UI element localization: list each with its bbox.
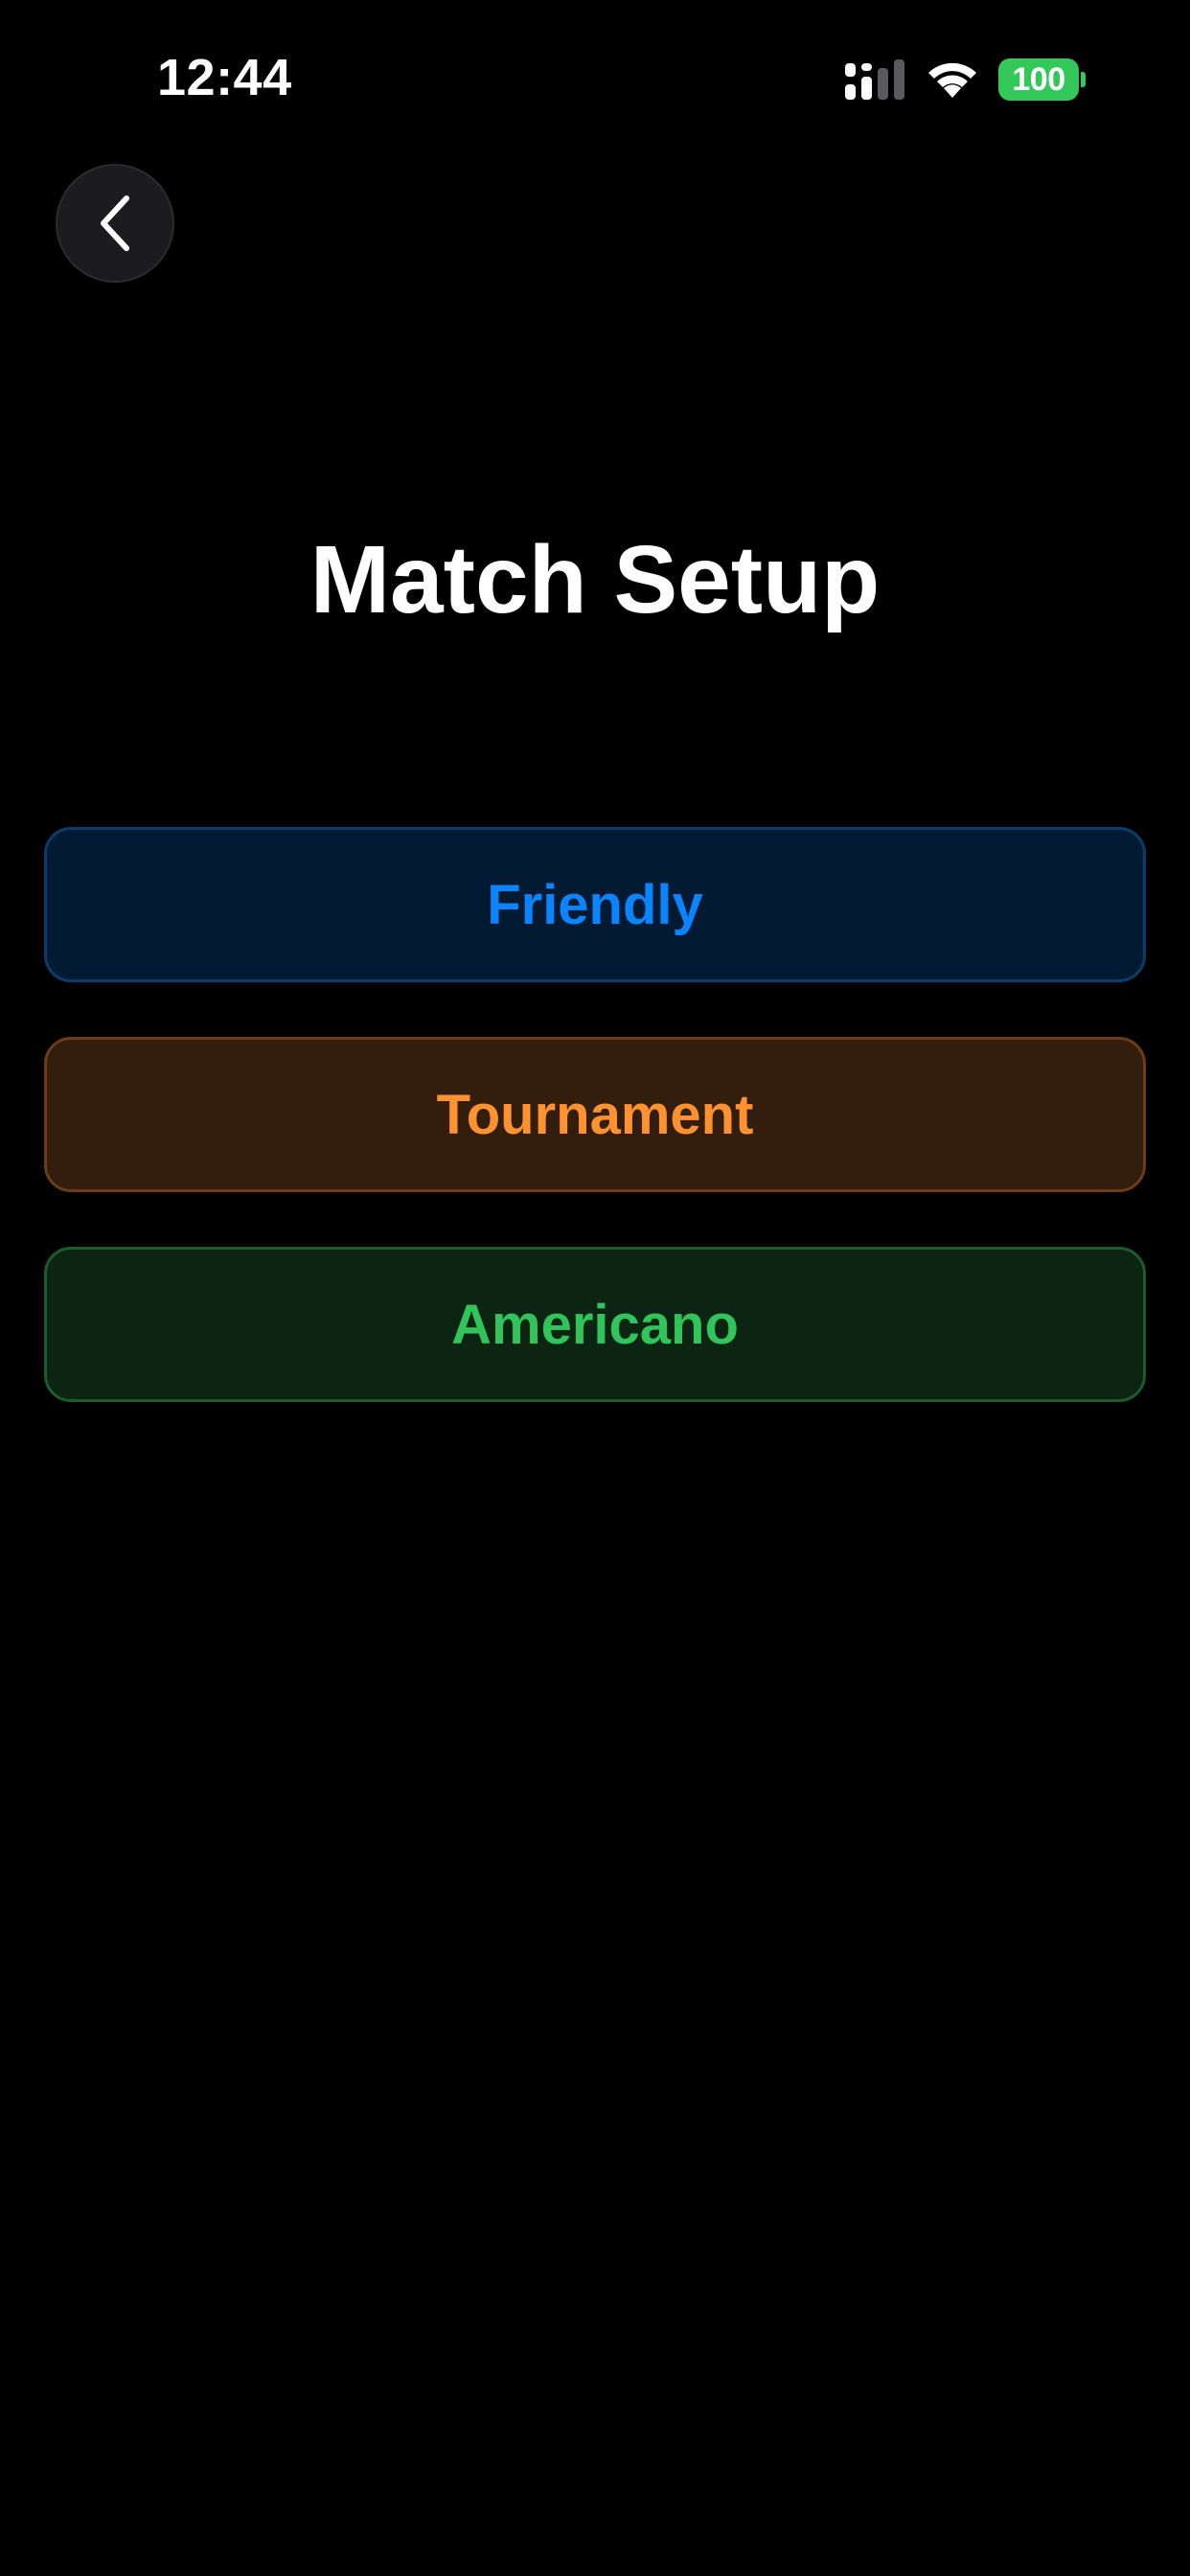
friendly-button[interactable]: Friendly [44, 827, 1146, 982]
signal-icon [845, 59, 904, 100]
battery-level: 100 [998, 58, 1079, 101]
chevron-left-icon [101, 196, 129, 251]
tournament-button[interactable]: Tournament [44, 1037, 1146, 1192]
back-button[interactable] [56, 164, 174, 283]
status-time: 12:44 [157, 49, 292, 106]
americano-button[interactable]: Americano [44, 1247, 1146, 1402]
battery-cap [1081, 72, 1086, 87]
wifi-icon [928, 62, 976, 98]
status-bar: 12:44 100 [0, 0, 1190, 163]
page-title: Match Setup [309, 526, 881, 633]
battery-icon: 100 [998, 58, 1086, 101]
